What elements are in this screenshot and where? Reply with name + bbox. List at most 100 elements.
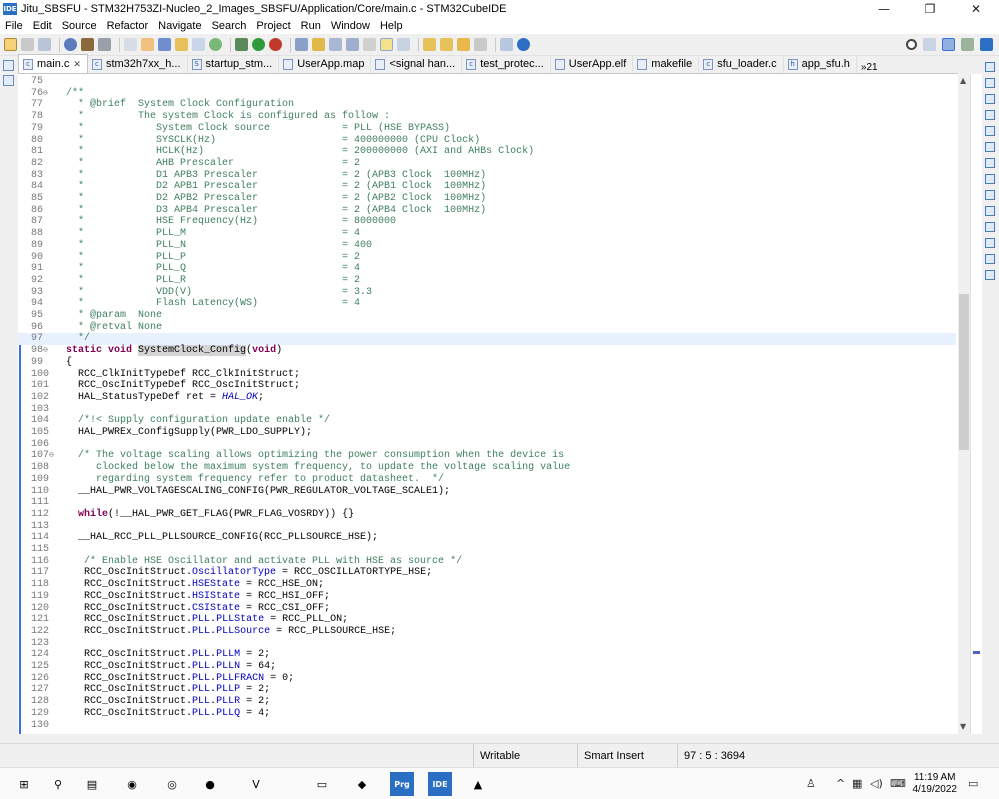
fold-toggle-icon[interactable]: ⊖: [49, 451, 54, 460]
code-line[interactable]: 83 * D1 APB3 Prescaler = 2 (APB3 Clock 1…: [18, 170, 956, 182]
scroll-up-icon[interactable]: ▲: [960, 76, 966, 85]
restore-button[interactable]: ❐: [907, 0, 953, 18]
breakpoints-view-icon[interactable]: [985, 270, 995, 280]
tab-sfu-loader-c[interactable]: c sfu_loader.c: [699, 55, 784, 73]
code-line[interactable]: 125 RCC_OscInitStruct.PLL.PLLN = 64;: [18, 661, 956, 673]
build-analyzer-icon[interactable]: [985, 190, 995, 200]
code-line[interactable]: 119 RCC_OscInitStruct.HSIState = RCC_HSI…: [18, 591, 956, 603]
code-line[interactable]: 81 * HCLK(Hz) = 200000000 (AXI and AHBs …: [18, 146, 956, 158]
code-line[interactable]: 122 RCC_OscInitStruct.PLL.PLLSource = RC…: [18, 626, 956, 638]
expressions-view-icon[interactable]: [985, 254, 995, 264]
static-stack-icon[interactable]: [985, 206, 995, 216]
menu-refactor[interactable]: Refactor: [107, 20, 149, 32]
code-line[interactable]: 110 __HAL_PWR_VOLTAGESCALING_CONFIG(PWR_…: [18, 486, 956, 498]
code-line[interactable]: 97 */: [18, 333, 956, 346]
code-line[interactable]: 124 RCC_OscInitStruct.PLL.PLLM = 2;: [18, 649, 956, 661]
code-line[interactable]: 90 * PLL_P = 2: [18, 252, 956, 264]
scroll-down-icon[interactable]: ▼: [960, 722, 966, 731]
task-icon[interactable]: [312, 38, 325, 51]
save-icon[interactable]: [21, 38, 34, 51]
prev-annotation-icon[interactable]: [440, 38, 453, 51]
code-editor[interactable]: 75 76⊖/** 77 * @brief System Clock Configu…: [18, 74, 958, 734]
block-select-icon[interactable]: [397, 38, 410, 51]
menu-project[interactable]: Project: [256, 20, 290, 32]
file-explorer-icon[interactable]: ▭: [310, 772, 334, 796]
overview-mark[interactable]: [973, 651, 980, 654]
external-tools-icon[interactable]: [269, 38, 282, 51]
code-line[interactable]: 89 * PLL_N = 400: [18, 240, 956, 252]
keyboard-icon[interactable]: ⌨: [890, 777, 906, 790]
code-line[interactable]: 100 RCC_ClkInitTypeDef RCC_ClkInitStruct…: [18, 369, 956, 381]
code-line[interactable]: 116 /* Enable HSE Oscillator and activat…: [18, 556, 956, 568]
code-line[interactable]: 126 RCC_OscInitStruct.PLL.PLLFRACN = 0;: [18, 673, 956, 685]
close-icon[interactable]: ✕: [73, 59, 81, 70]
pin-editor-icon[interactable]: [500, 38, 513, 51]
properties-view-icon[interactable]: [985, 142, 995, 152]
code-line[interactable]: 76⊖ /**: [18, 88, 956, 100]
code-line[interactable]: 78 * The system Clock is configured as f…: [18, 111, 956, 123]
code-line[interactable]: 128 RCC_OscInitStruct.PLL.PLLR = 2;: [18, 696, 956, 708]
memory-view-icon[interactable]: [985, 222, 995, 232]
code-line[interactable]: 88 * PLL_M = 4: [18, 228, 956, 240]
search-view-icon[interactable]: [985, 174, 995, 184]
tab-main-c[interactable]: c main.c ✕: [18, 54, 88, 73]
toggle-word-wrap-icon[interactable]: [346, 38, 359, 51]
settings-icon[interactable]: [64, 38, 77, 51]
debug-icon[interactable]: [235, 38, 248, 51]
new-icon[interactable]: [4, 38, 17, 51]
menu-edit[interactable]: Edit: [33, 20, 52, 32]
code-line[interactable]: 99 {: [18, 357, 956, 369]
app-icon-4[interactable]: ▲: [466, 772, 490, 796]
menu-run[interactable]: Run: [301, 20, 321, 32]
code-line[interactable]: 113: [18, 521, 956, 533]
forward-icon[interactable]: [474, 38, 487, 51]
code-line[interactable]: 130: [18, 720, 956, 732]
run-icon[interactable]: [252, 38, 265, 51]
code-line[interactable]: 92 * PLL_R = 2: [18, 275, 956, 287]
app-icon-2[interactable]: ◎: [160, 772, 184, 796]
search-icon[interactable]: [906, 39, 917, 50]
save-all-icon[interactable]: [38, 38, 51, 51]
tray-overflow-icon[interactable]: ^: [836, 777, 845, 790]
system-clock[interactable]: 11:19 AM 4/19/2022: [913, 772, 958, 796]
code-line[interactable]: 96 * @retval None: [18, 322, 956, 334]
volume-icon[interactable]: ◁): [870, 777, 883, 790]
code-line[interactable]: 103: [18, 404, 956, 416]
new-class-icon[interactable]: [192, 38, 205, 51]
problems-view-icon[interactable]: [985, 126, 995, 136]
open-perspective-icon[interactable]: [295, 38, 308, 51]
code-line[interactable]: 102 HAL_StatusTypeDef ret = HAL_OK;: [18, 392, 956, 404]
tab-test-protect[interactable]: c test_protec...: [462, 55, 551, 73]
network-icon[interactable]: ▦: [852, 777, 862, 790]
code-line[interactable]: 108 clocked below the maximum system fre…: [18, 462, 956, 474]
back-icon[interactable]: [457, 38, 470, 51]
code-line[interactable]: 118 RCC_OscInitStruct.HSEState = RCC_HSE…: [18, 579, 956, 591]
next-annotation-icon[interactable]: [423, 38, 436, 51]
restore-view-icon[interactable]: [985, 62, 995, 72]
menu-search[interactable]: Search: [212, 20, 247, 32]
call-hierarchy-icon[interactable]: [985, 158, 995, 168]
code-line[interactable]: 121 RCC_OscInitStruct.PLL.PLLState = RCC…: [18, 614, 956, 626]
code-line[interactable]: 82 * AHB Prescaler = 2: [18, 158, 956, 170]
code-line[interactable]: 112 while(!__HAL_PWR_GET_FLAG(PWR_FLAG_V…: [18, 509, 956, 521]
tab-makefile[interactable]: makefile: [633, 55, 700, 73]
code-line[interactable]: 106: [18, 439, 956, 451]
task-view-icon[interactable]: ▤: [80, 772, 104, 796]
build-icon[interactable]: [81, 38, 94, 51]
code-line[interactable]: 101 RCC_OscInitTypeDef RCC_OscInitStruct…: [18, 380, 956, 392]
vscode-icon[interactable]: V: [244, 772, 268, 796]
app-icon-1[interactable]: ◉: [120, 772, 144, 796]
code-line[interactable]: 94 * Flash Latency(WS) = 4: [18, 298, 956, 310]
hand-icon[interactable]: [141, 38, 154, 51]
tab-userapp-map[interactable]: UserApp.map: [279, 55, 372, 73]
code-line[interactable]: 85 * D2 APB2 Prescaler = 2 (APB2 Clock 1…: [18, 193, 956, 205]
stm32cubeide-icon[interactable]: IDE: [428, 772, 452, 796]
code-line[interactable]: 117 RCC_OscInitStruct.OscillatorType = R…: [18, 567, 956, 579]
info-icon[interactable]: [517, 38, 530, 51]
toggle-mark-icon[interactable]: [329, 38, 342, 51]
chrome-icon[interactable]: ●: [198, 772, 222, 796]
code-line[interactable]: 114 __HAL_RCC_PLL_PLLSOURCE_CONFIG(RCC_P…: [18, 532, 956, 544]
menu-window[interactable]: Window: [331, 20, 370, 32]
code-line[interactable]: 91 * PLL_Q = 4: [18, 263, 956, 275]
search-icon[interactable]: ⚲: [46, 772, 70, 796]
